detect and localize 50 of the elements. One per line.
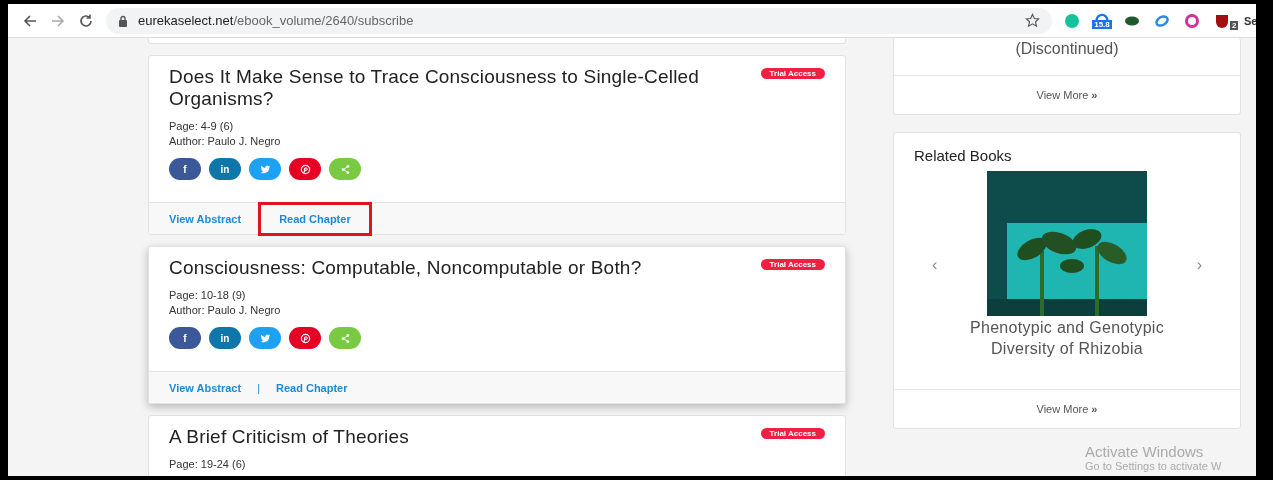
book-title[interactable]: Phenotypic and Genotypic Diversity of Rhizobia — [947, 317, 1187, 359]
author-text: Author: Paulo J. Negro — [169, 134, 282, 148]
ring-icon[interactable] — [1184, 12, 1200, 29]
chapter-title[interactable]: Consciousness: Computable, Noncomputable or Both? — [169, 257, 642, 279]
chapter-link[interactable]: View Abstract — [169, 375, 242, 400]
address-bar[interactable]: eurekaselect.net/ebook_volume/2640/subscribe — [106, 7, 1052, 34]
chapter-link[interactable]: Read Chapter — [261, 204, 369, 233]
pin-icon — [299, 332, 311, 344]
page-range: Page: 10-18 (9) — [169, 288, 247, 302]
reload-icon[interactable] — [78, 12, 94, 29]
access-badge: Trial Access — [760, 428, 825, 439]
chapter-title[interactable]: Does It Make Sense to Trace Consciousness to Single-Celled Organisms? — [169, 66, 753, 110]
ring-icon[interactable] — [1154, 12, 1170, 29]
bird-icon — [259, 163, 271, 175]
share-button[interactable]: in — [209, 158, 241, 180]
lock-icon — [118, 14, 128, 27]
star-icon[interactable] — [1025, 13, 1040, 28]
chapter-link[interactable]: Read Chapter — [276, 375, 348, 400]
next-button[interactable]: › — [1196, 256, 1202, 274]
extension-badge: 2 — [1230, 20, 1239, 30]
book-status: (Discontinued) — [1014, 39, 1120, 59]
activation-notice: Activate Windows — [1085, 443, 1205, 460]
share-icon — [339, 163, 351, 175]
share-icon — [339, 332, 351, 344]
share-button[interactable]: f — [169, 327, 201, 349]
chapter-title[interactable]: A Brief Criticism of Theories — [169, 426, 409, 448]
shield-icon[interactable] — [1214, 12, 1230, 29]
section-title: Related Books — [913, 146, 1013, 166]
author-text: Author: Paulo J. Negro — [169, 303, 282, 317]
share-button[interactable] — [249, 158, 281, 180]
share-button[interactable]: f — [169, 158, 201, 180]
pin-icon — [299, 163, 311, 175]
access-badge: Trial Access — [760, 68, 825, 79]
view-more-link[interactable]: View More » — [1036, 89, 1098, 101]
share-button[interactable]: in — [209, 327, 241, 349]
share-button[interactable] — [289, 327, 321, 349]
view-more-link[interactable]: View More » — [1036, 403, 1098, 415]
share-button[interactable] — [289, 158, 321, 180]
page-range: Page: 4-9 (6) — [169, 119, 235, 133]
previous-button[interactable]: ‹ — [932, 256, 938, 274]
chapter-link[interactable]: View Abstract — [169, 206, 242, 231]
activation-hint: Go to Settings to activate W — [1085, 460, 1222, 472]
bird-icon — [259, 332, 271, 344]
share-button[interactable] — [249, 327, 281, 349]
access-badge: Trial Access — [760, 259, 825, 270]
link-separator: | — [257, 381, 260, 394]
extension-badge: 15.8 — [1092, 19, 1112, 29]
gauge-icon[interactable] — [1094, 12, 1110, 21]
back-icon[interactable] — [22, 12, 38, 29]
page-range: Page: 19-24 (6) — [169, 457, 247, 471]
